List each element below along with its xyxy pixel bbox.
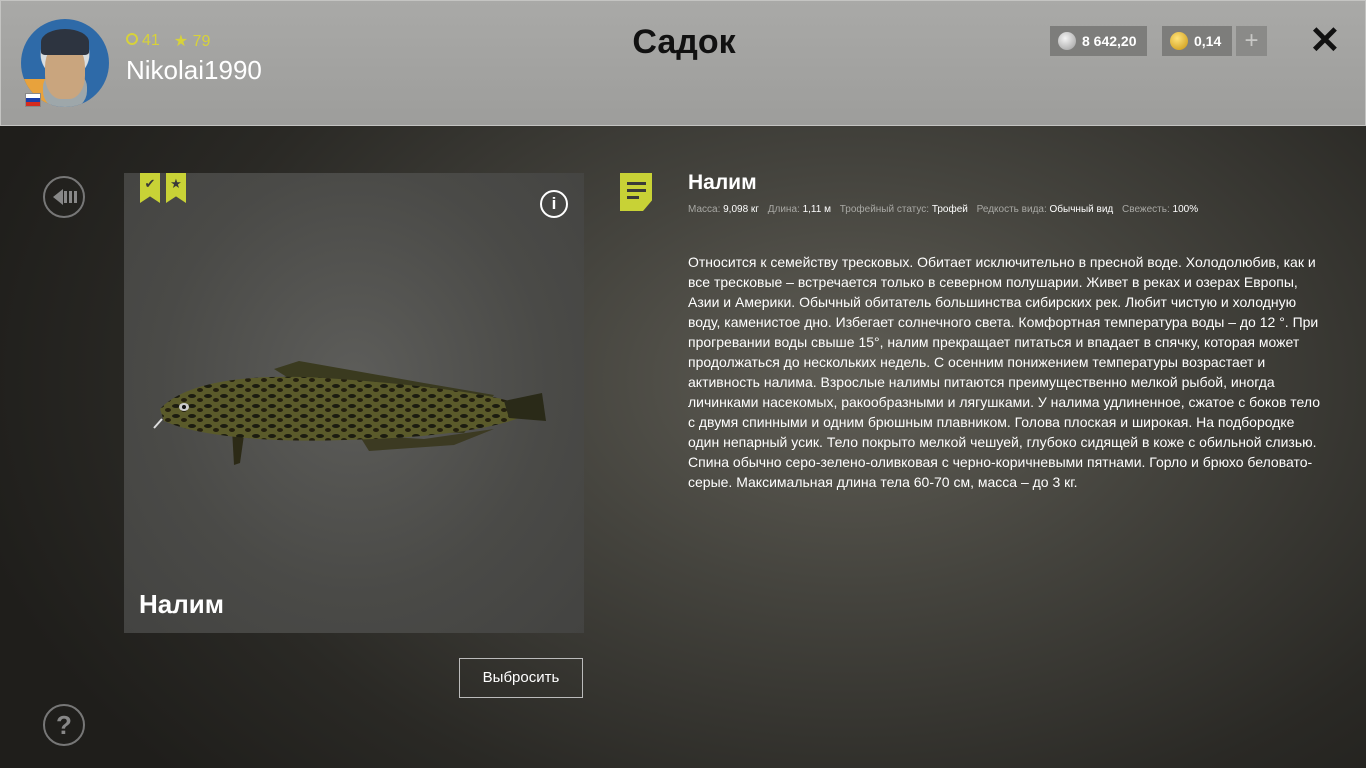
fish-description: Относится к семейству тресковых. Обитает… (688, 254, 1320, 490)
fish-properties: Масса: 9,098 кг Длина: 1,11 м Трофейный … (688, 204, 1199, 215)
gold-balance: 0,14 (1162, 26, 1232, 56)
silver-coins-icon (1058, 32, 1076, 50)
russia-flag-icon (25, 93, 41, 107)
fish-title: Налим (688, 171, 757, 194)
help-button[interactable]: ? (43, 704, 85, 746)
back-button[interactable] (43, 176, 85, 218)
fish-preview: ✔ ★ i Налим (124, 173, 584, 633)
document-icon (620, 173, 652, 211)
gold-coins-icon (1170, 32, 1188, 50)
burbot-fish-image (153, 361, 546, 465)
close-button[interactable]: ✕ (1309, 21, 1341, 61)
back-arrow-icon (53, 189, 77, 205)
silver-balance: 8 642,20 (1050, 26, 1147, 56)
add-gold-button[interactable]: + (1236, 26, 1267, 56)
top-bar: 41 ★ 79 Nikolai1990 Садок 8 642,20 0,14 … (0, 0, 1366, 126)
fish-name-caption: Налим (139, 589, 224, 619)
discard-button[interactable]: Выбросить (459, 658, 583, 698)
help-icon: ? (56, 710, 72, 740)
